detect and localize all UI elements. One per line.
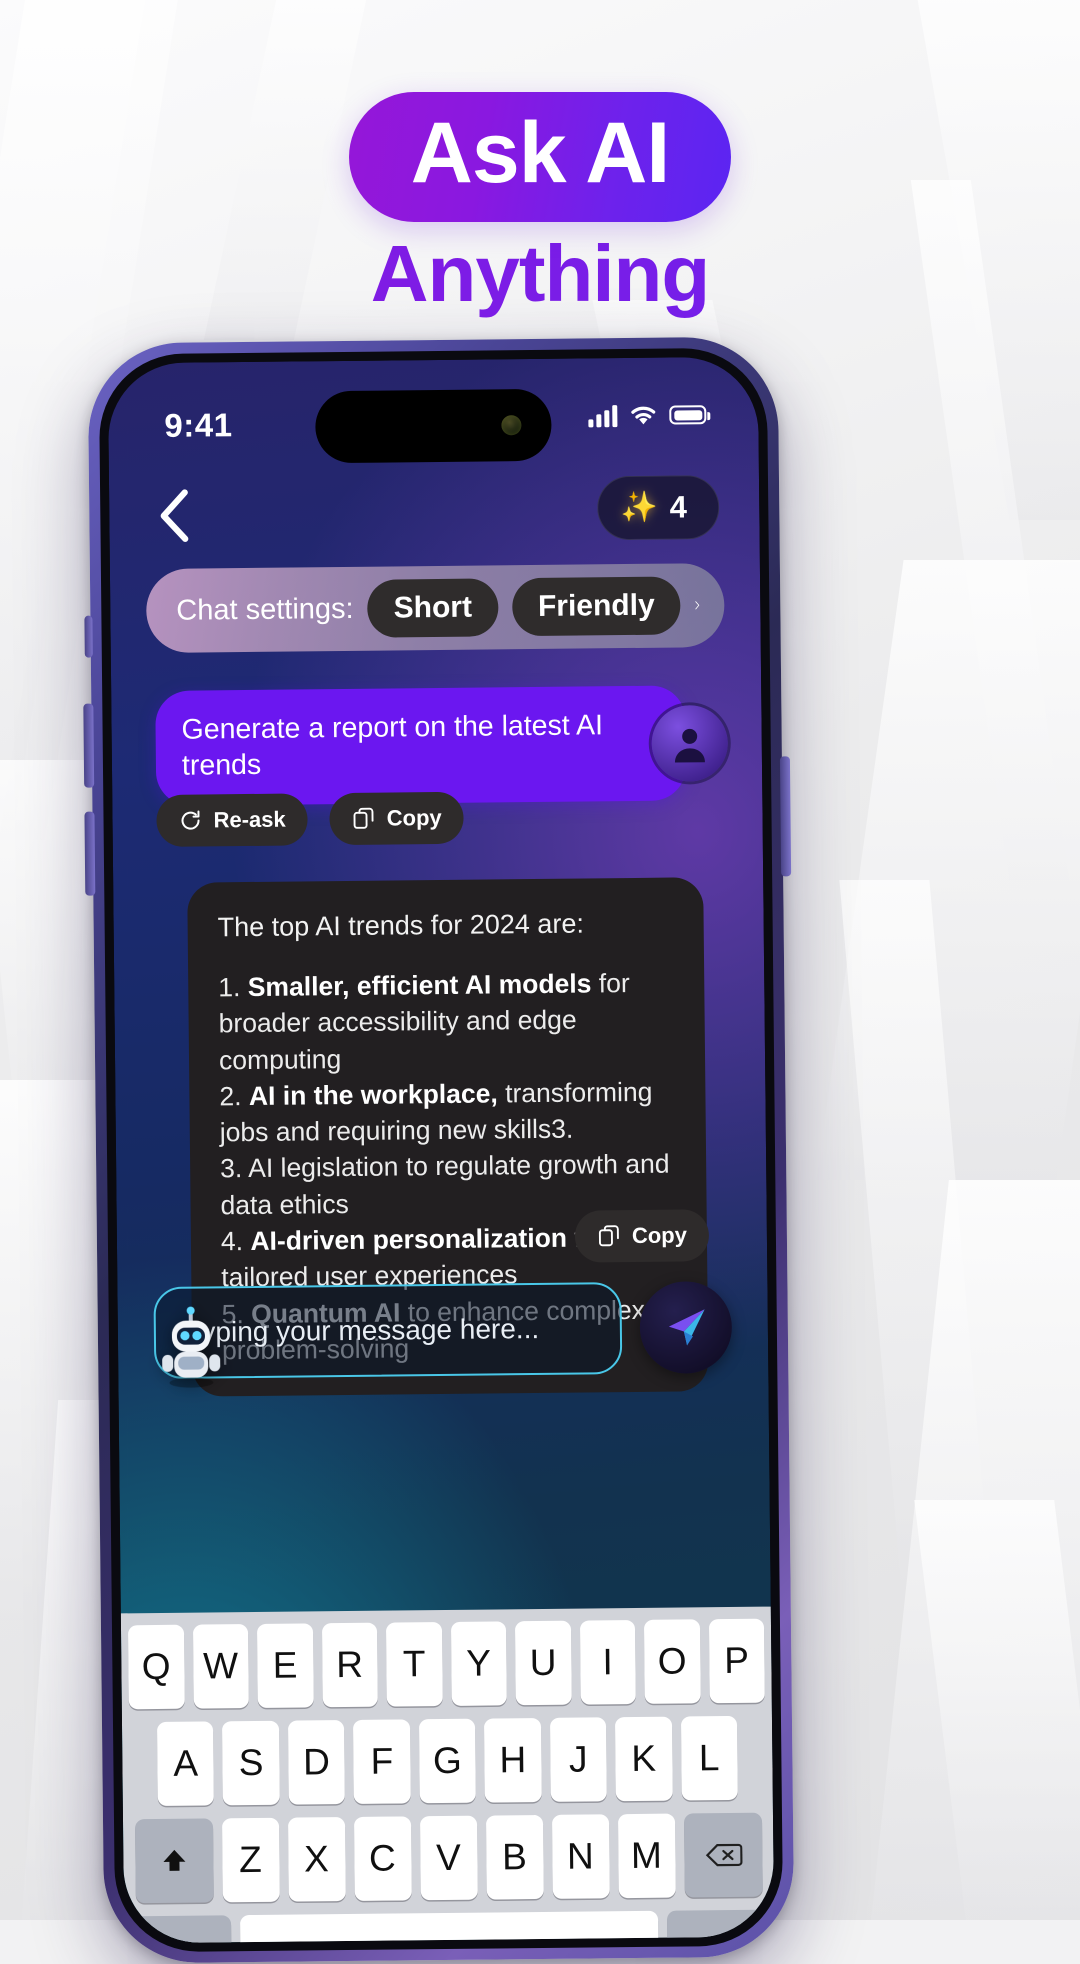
message-input-placeholder: Typing your message here... [185,1312,540,1348]
chevron-left-icon [160,489,189,542]
key-p[interactable]: P [708,1618,765,1704]
key-b[interactable]: B [485,1814,544,1900]
copy-icon [598,1225,619,1247]
credits-count: 4 [669,489,688,525]
key-r[interactable]: R [321,1622,378,1708]
chat-settings-label: Chat settings: [176,592,354,627]
subheadline-text: Anything [0,228,1080,320]
copy-ai-button[interactable]: Copy [574,1209,710,1263]
headline-pill: Ask AI [348,92,732,223]
robot-icon [148,1304,235,1391]
key-h[interactable]: H [484,1717,542,1803]
send-button[interactable] [639,1280,733,1374]
headline-text: Ask AI [410,105,670,201]
refresh-icon [181,810,200,830]
key-z[interactable]: Z [221,1817,280,1903]
key-d[interactable]: D [287,1720,346,1805]
phone-mockup: 9:41 ✨ 4 Chat settings: Short Friendly G… [83,336,795,1964]
copy-icon [353,807,374,829]
promo-headline: Ask AI Anything [0,92,1080,320]
key-g[interactable]: G [418,1718,477,1804]
ai-message-intro: The top AI trends for 2024 are: [217,908,585,943]
phone-screen: 9:41 ✨ 4 Chat settings: Short Friendly G… [107,356,775,1944]
wifi-icon [631,406,656,425]
key-w[interactable]: W [192,1624,249,1709]
keyboard-row-4: 123 space return [131,1909,768,1944]
power-button[interactable] [779,756,792,877]
key-k[interactable]: K [615,1716,673,1802]
key-a[interactable]: A [157,1721,215,1807]
copy-user-label: Copy [386,804,442,831]
key-c[interactable]: C [353,1816,412,1901]
chat-settings-bar[interactable]: Chat settings: Short Friendly [145,563,725,654]
re-ask-button[interactable]: Re-ask [156,793,308,847]
copy-ai-label: Copy [631,1222,688,1249]
shift-key[interactable] [134,1818,214,1904]
backspace-icon [705,1843,743,1867]
status-icons [588,403,707,427]
credits-badge[interactable]: ✨ 4 [596,475,720,541]
return-key[interactable]: return [666,1909,768,1944]
user-message-row: Generate a report on the latest AI trend… [155,685,729,807]
app-header: ✨ 4 [109,475,760,556]
onscreen-keyboard[interactable]: Q W E R T Y U I O P A S D F G H J K L Z … [120,1606,775,1944]
chat-settings-chip-tone[interactable]: Friendly [511,576,681,637]
key-t[interactable]: T [385,1622,443,1707]
numbers-key[interactable]: 123 [131,1915,232,1944]
volume-down-button[interactable] [84,811,96,896]
back-button[interactable] [151,486,200,544]
key-s[interactable]: S [222,1720,280,1806]
keyboard-row-1: Q W E R T Y U I O P [127,1618,765,1710]
volume-up-button[interactable] [83,703,95,788]
signal-bars-icon [588,404,618,427]
phone-bezel: 9:41 ✨ 4 Chat settings: Short Friendly G… [98,347,784,1953]
key-y[interactable]: Y [450,1621,507,1706]
user-message-actions: Re-ask Copy [156,791,464,847]
key-f[interactable]: F [353,1719,411,1804]
chevron-right-icon[interactable] [694,585,700,625]
backspace-key[interactable] [683,1812,763,1898]
keyboard-row-3: Z X C V B N M [130,1812,767,1904]
keyboard-row-2: A S D F G H J K L [129,1715,766,1807]
key-v[interactable]: V [419,1815,478,1901]
user-message-bubble: Generate a report on the latest AI trend… [155,685,687,807]
ai-list-item: 1. Smaller, efficient AI models for broa… [218,968,630,1075]
key-j[interactable]: J [549,1717,607,1802]
key-q[interactable]: Q [127,1624,185,1710]
dynamic-island [315,388,552,464]
key-e[interactable]: E [256,1623,314,1708]
status-time: 9:41 [164,406,233,444]
key-o[interactable]: O [643,1619,701,1704]
ai-list-item: 2. AI in the workplace, transforming job… [219,1076,653,1148]
key-m[interactable]: M [617,1813,676,1899]
key-i[interactable]: I [579,1619,636,1705]
sparkle-icon: ✨ [620,490,658,525]
message-composer: Typing your message here... [153,1280,733,1380]
key-x[interactable]: X [287,1817,346,1902]
key-u[interactable]: U [514,1620,572,1706]
key-n[interactable]: N [551,1814,610,1899]
battery-icon [669,405,707,425]
shift-up-icon [162,1849,185,1871]
space-key[interactable]: space [240,1910,659,1944]
chat-settings-chip-length[interactable]: Short [367,578,499,638]
silent-switch[interactable] [84,615,93,658]
copy-user-button[interactable]: Copy [329,791,464,846]
send-paperplane-icon [668,1309,705,1346]
user-avatar-icon [651,704,729,782]
re-ask-label: Re-ask [213,806,286,833]
key-l[interactable]: L [680,1715,738,1801]
